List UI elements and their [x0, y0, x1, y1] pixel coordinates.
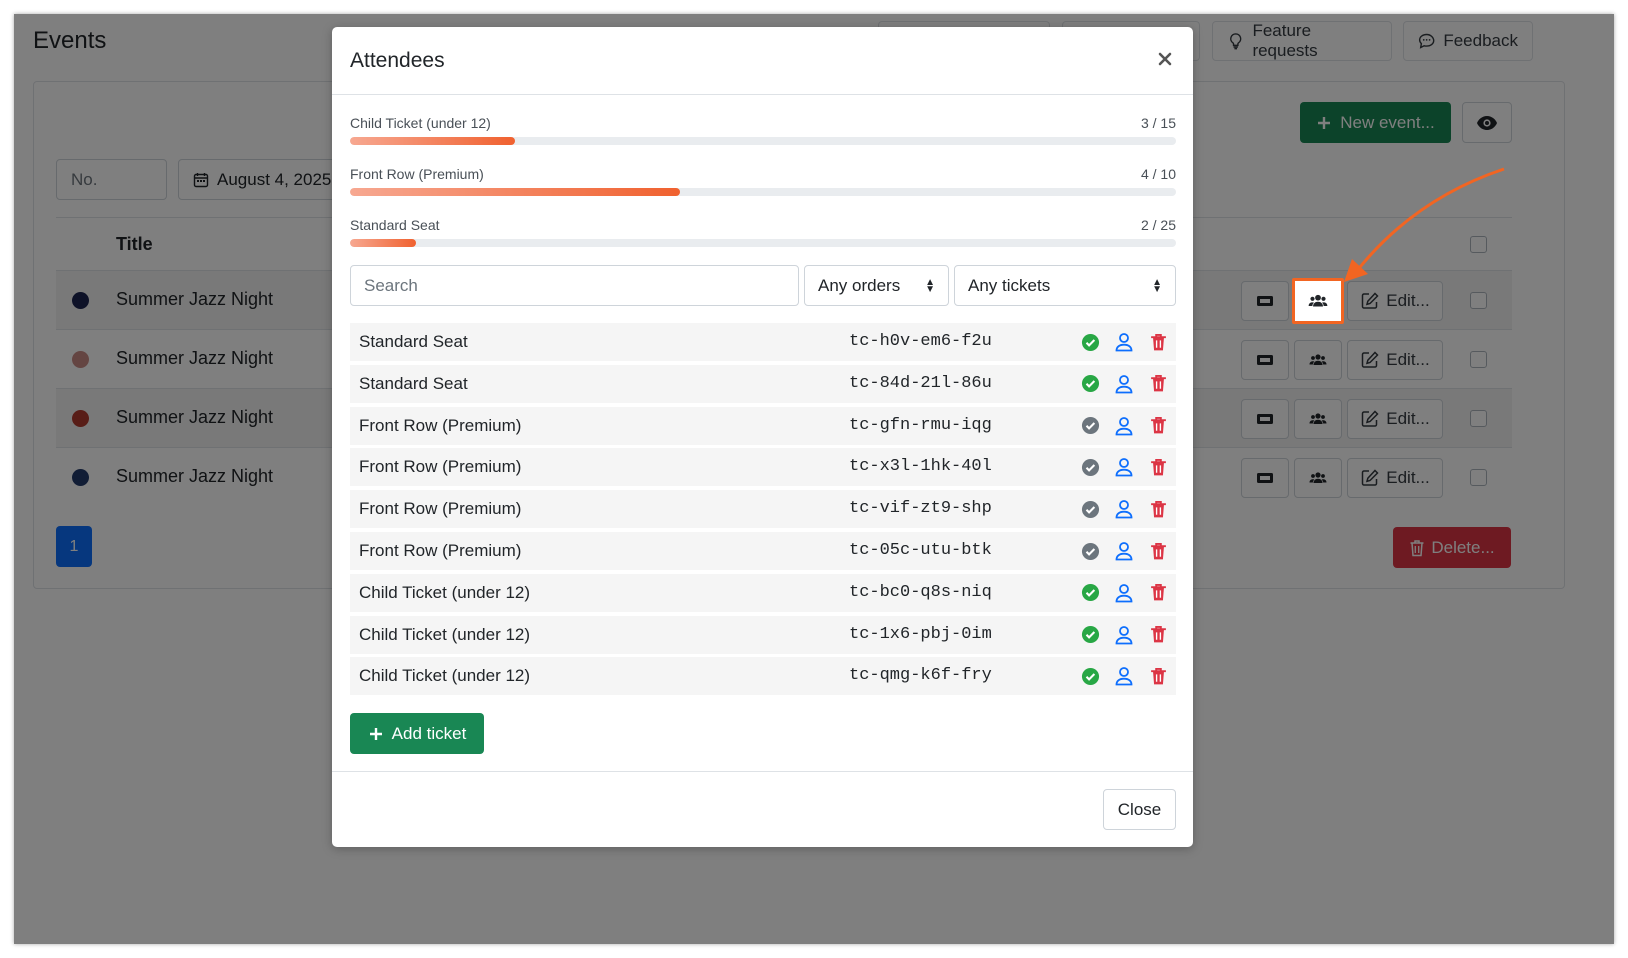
check-in-status-icon[interactable] [1080, 583, 1100, 603]
plus-icon [369, 727, 382, 740]
ticket-row: Front Row (Premium) tc-vif-zt9-shp [350, 490, 1176, 529]
ticket-type: Standard Seat [359, 332, 468, 351]
user-icon[interactable] [1114, 374, 1134, 394]
ticket-row: Child Ticket (under 12) tc-1x6-pbj-0im [350, 615, 1176, 654]
user-icon[interactable] [1114, 625, 1134, 645]
ticket-type: Child Ticket (under 12) [359, 666, 531, 686]
check-in-status-icon[interactable] [1080, 332, 1100, 352]
ticket-row: Standard Seat tc-h0v-em6-f2u [350, 323, 1176, 361]
orders-filter-select[interactable]: Any orders ▲ ▼ [804, 265, 949, 306]
trash-icon[interactable] [1148, 416, 1168, 436]
check-in-status-icon[interactable] [1080, 374, 1100, 394]
user-icon[interactable] [1114, 416, 1134, 436]
trash-icon[interactable] [1148, 499, 1168, 519]
trash-icon[interactable] [1148, 332, 1168, 352]
add-ticket-button[interactable]: Add ticket [350, 713, 484, 754]
capacity-progress-bar [350, 188, 1176, 196]
modal-title: Attendees [350, 49, 445, 72]
user-icon[interactable] [1114, 583, 1134, 603]
user-icon[interactable] [1114, 541, 1134, 561]
ticket-row: Child Ticket (under 12) tc-bc0-q8s-niq [350, 573, 1176, 612]
ticket-type: Front Row (Premium) [359, 541, 522, 560]
user-icon[interactable] [1114, 666, 1134, 686]
ticket-type: Front Row (Premium) [359, 457, 522, 477]
callout-arrow-icon [1344, 167, 1505, 282]
ticket-code: tc-gfn-rmu-iqg [849, 415, 992, 435]
trash-icon[interactable] [1148, 457, 1168, 477]
ticket-type: Child Ticket (under 12) [359, 624, 531, 644]
user-icon[interactable] [1114, 499, 1134, 519]
trash-icon[interactable] [1148, 541, 1168, 561]
user-icon[interactable] [1114, 332, 1134, 352]
attendee-search-input[interactable] [350, 265, 799, 306]
ticket-type: Front Row (Premium) [359, 415, 522, 435]
ticket-row: Standard Seat tc-84d-21l-86u [350, 364, 1176, 403]
select-caret-icon: ▲ ▼ [1152, 276, 1162, 295]
modal-close-button[interactable] [1153, 47, 1177, 71]
check-in-status-icon[interactable] [1080, 666, 1100, 686]
ticket-code: tc-84d-21l-86u [849, 373, 992, 393]
check-in-status-icon[interactable] [1080, 625, 1100, 645]
tickets-filter-select[interactable]: Any tickets ▲ ▼ [954, 265, 1176, 306]
trash-icon[interactable] [1148, 583, 1168, 603]
capacity-progress-bar [350, 137, 1176, 145]
ticket-type: Standard Seat [359, 373, 468, 393]
trash-icon[interactable] [1148, 625, 1168, 645]
capacity-label: Child Ticket (under 12) [350, 115, 491, 131]
screenshot-frame: Events Feature requests Feedback New eve… [14, 14, 1614, 944]
user-icon[interactable] [1114, 457, 1134, 477]
close-icon [1158, 52, 1172, 66]
capacity-progress-bar [350, 239, 1176, 247]
close-button[interactable]: Close [1103, 789, 1176, 830]
ticket-type: Child Ticket (under 12) [359, 582, 531, 602]
ticket-code: tc-h0v-em6-f2u [849, 332, 992, 351]
ticket-row: Front Row (Premium) tc-05c-utu-btk [350, 532, 1176, 570]
capacity-label: Front Row (Premium) [350, 166, 484, 182]
ticket-row: Child Ticket (under 12) tc-qmg-k6f-fry [350, 657, 1176, 696]
ticket-row: Front Row (Premium) tc-gfn-rmu-iqg [350, 406, 1176, 445]
tickets-filter-value: Any tickets [968, 275, 1051, 295]
capacity-count: 2 / 25 [1140, 217, 1176, 233]
capacity-progress-fill [350, 137, 516, 145]
orders-filter-value: Any orders [818, 275, 901, 295]
capacity-progress-fill [350, 188, 681, 196]
capacity-count: 4 / 10 [1140, 166, 1176, 182]
ticket-code: tc-qmg-k6f-fry [849, 666, 992, 686]
check-in-status-icon[interactable] [1080, 457, 1100, 477]
capacity-progress-fill [350, 239, 417, 247]
ticket-code: tc-vif-zt9-shp [849, 499, 992, 519]
trash-icon[interactable] [1148, 666, 1168, 686]
ticket-type: Front Row (Premium) [359, 499, 522, 519]
capacity-count: 3 / 15 [1140, 115, 1176, 131]
check-in-status-icon[interactable] [1080, 499, 1100, 519]
capacity-label: Standard Seat [350, 217, 440, 233]
ticket-code: tc-05c-utu-btk [849, 541, 992, 560]
select-caret-icon: ▲ ▼ [925, 276, 935, 295]
ticket-code: tc-1x6-pbj-0im [849, 624, 992, 644]
check-in-status-icon[interactable] [1080, 416, 1100, 436]
trash-icon[interactable] [1148, 374, 1168, 394]
modal-header: Attendees [332, 27, 1193, 95]
ticket-code: tc-bc0-q8s-niq [849, 582, 992, 602]
add-ticket-label: Add ticket [391, 723, 467, 743]
ticket-code: tc-x3l-1hk-40l [849, 457, 992, 477]
ticket-row: Front Row (Premium) tc-x3l-1hk-40l [350, 448, 1176, 487]
attendees-modal: Attendees Child Ticket (under 12) 3 / 15… [332, 27, 1193, 847]
modal-footer-divider [332, 771, 1193, 772]
check-in-status-icon[interactable] [1080, 541, 1100, 561]
users-icon [1308, 294, 1328, 307]
